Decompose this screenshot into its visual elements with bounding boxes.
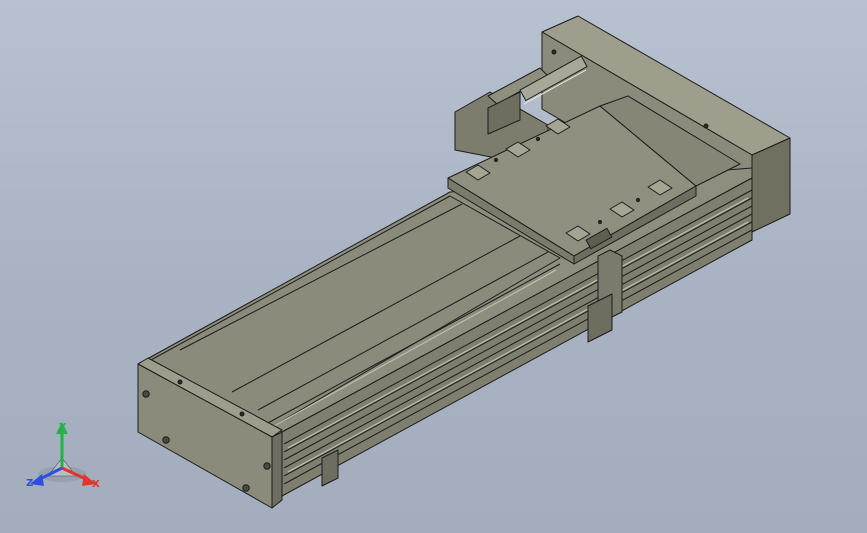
front-cap-hole xyxy=(242,484,250,492)
axis-triad: Y X Z xyxy=(26,422,100,490)
rear-block-side-face xyxy=(751,137,791,233)
x-axis-label: X xyxy=(92,479,100,490)
3d-viewport[interactable]: Y X Z xyxy=(0,0,867,533)
front-cap-hole xyxy=(142,390,150,398)
carriage-screw xyxy=(535,136,541,142)
front-cap-hole xyxy=(263,462,271,470)
rear-block-screw xyxy=(703,123,709,129)
y-axis-label: Y xyxy=(58,422,67,433)
front-cap-side xyxy=(271,431,283,509)
front-cap-hole xyxy=(239,411,245,417)
z-axis-label: Z xyxy=(26,478,33,489)
carriage-screw xyxy=(493,157,499,163)
rear-block-screw xyxy=(551,49,557,55)
linear-actuator-model[interactable] xyxy=(0,0,867,533)
front-cap-hole xyxy=(177,379,183,385)
front-cap-hole xyxy=(162,436,170,444)
carriage-screw xyxy=(635,197,641,203)
carriage-screw xyxy=(597,219,603,225)
